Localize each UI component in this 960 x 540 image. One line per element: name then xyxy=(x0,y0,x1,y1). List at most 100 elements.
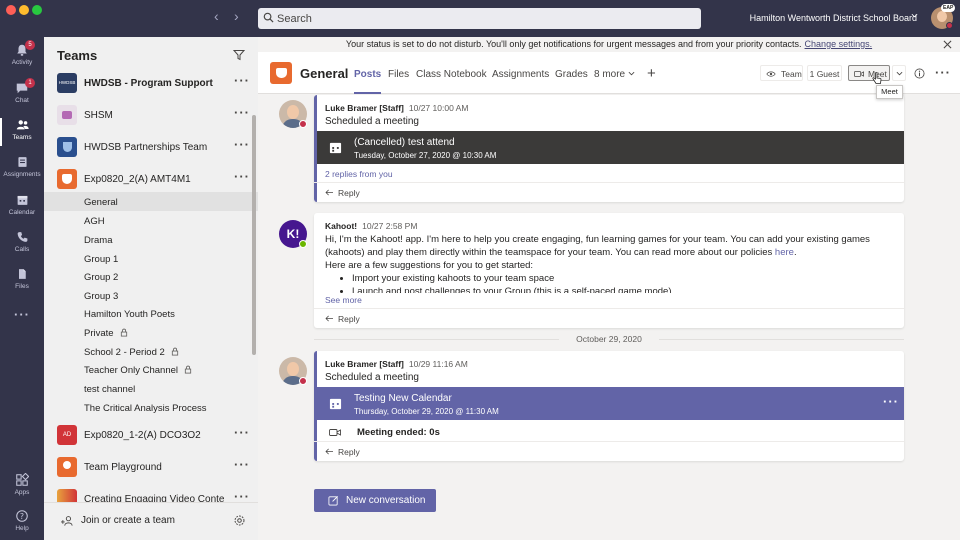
channel-name: AGH xyxy=(84,216,105,227)
tab-grades[interactable]: Grades xyxy=(555,69,588,80)
maximize-window-button[interactable] xyxy=(32,5,42,15)
team-item[interactable]: HWDSB Partnerships Team ··· xyxy=(44,132,258,162)
channel-item[interactable]: Group 1 xyxy=(44,249,258,268)
tab-posts[interactable]: Posts xyxy=(354,69,382,94)
avatar-initials: EAP xyxy=(941,4,956,12)
rail-label: Help xyxy=(15,525,29,532)
team-more-options-icon[interactable]: ··· xyxy=(234,73,250,88)
team-item[interactable]: Exp0820_2(A) AMT4M1 ··· xyxy=(44,164,258,194)
team-more-options-icon[interactable]: ··· xyxy=(234,137,250,152)
video-camera-icon xyxy=(329,429,341,436)
close-icon[interactable] xyxy=(943,40,952,49)
svg-text:?: ? xyxy=(20,512,24,521)
rail-calendar[interactable]: Calendar xyxy=(0,189,44,225)
gear-icon[interactable] xyxy=(233,514,246,527)
teams-title: Teams xyxy=(57,48,98,63)
channel-item[interactable]: Private xyxy=(44,323,258,342)
org-name[interactable]: Hamilton Wentworth District School Board xyxy=(750,13,917,23)
team-more-options-icon[interactable]: ··· xyxy=(234,457,250,472)
reply-label: Reply xyxy=(338,447,360,457)
tab-files[interactable]: Files xyxy=(388,69,409,80)
channel-item[interactable]: Drama xyxy=(44,230,258,249)
rail-label: Teams xyxy=(12,134,32,141)
rail-help[interactable]: ? Help xyxy=(0,505,44,540)
video-camera-icon xyxy=(854,71,864,77)
minimize-window-button[interactable] xyxy=(19,5,29,15)
rail-assignments[interactable]: Assignments xyxy=(0,151,44,187)
rail-chat[interactable]: Chat 1 xyxy=(0,77,44,113)
rail-activity[interactable]: Activity 5 xyxy=(0,39,44,75)
presence-dnd-indicator xyxy=(299,120,307,128)
search-box[interactable] xyxy=(258,8,701,29)
channel-item-general[interactable]: General xyxy=(44,192,258,211)
reply-button[interactable]: Reply xyxy=(314,182,904,202)
see-more-link[interactable]: See more xyxy=(325,295,362,305)
guest-button[interactable]: 1 Guest xyxy=(807,65,842,81)
close-window-button[interactable] xyxy=(6,5,16,15)
meeting-card[interactable]: Testing New Calendar Thursday, October 2… xyxy=(317,387,904,420)
team-logo xyxy=(57,137,77,157)
reply-button[interactable]: Reply xyxy=(314,308,904,328)
compose-icon xyxy=(328,496,338,506)
new-conversation-button[interactable]: New conversation xyxy=(314,489,436,512)
meet-button[interactable]: Meet xyxy=(848,65,890,81)
team-more-options-icon[interactable]: ··· xyxy=(234,489,250,502)
channel-item[interactable]: Hamilton Youth Poets xyxy=(44,304,258,323)
rail-more[interactable]: ··· xyxy=(0,307,44,322)
team-item[interactable]: Team Playground ··· xyxy=(44,452,258,482)
team-more-options-icon[interactable]: ··· xyxy=(234,105,250,120)
tab-class-notebook[interactable]: Class Notebook xyxy=(416,69,487,80)
tab-assignments[interactable]: Assignments xyxy=(492,69,549,80)
kahoot-suggestions-list: Import your existing kahoots to your tea… xyxy=(352,272,895,293)
teams-panel: Teams HWDSB HWDSB - Program Support ··· … xyxy=(44,37,258,540)
channel-item[interactable]: School 2 - Period 2 xyxy=(44,342,258,361)
join-create-team-label[interactable]: Join or create a team xyxy=(81,515,175,526)
team-name: HWDSB - Program Support xyxy=(84,78,213,89)
tab-more[interactable]: 8 more xyxy=(594,69,635,80)
message-author[interactable]: Kahoot! xyxy=(325,221,357,231)
info-icon[interactable] xyxy=(914,68,925,79)
rail-calls[interactable]: Calls xyxy=(0,226,44,262)
team-item[interactable]: Creating Engaging Video Conte ··· xyxy=(44,484,258,502)
rail-apps[interactable]: Apps xyxy=(0,469,44,505)
chevron-down-icon[interactable] xyxy=(911,12,918,19)
teams-scrollbar[interactable] xyxy=(252,115,256,355)
calendar-icon xyxy=(329,142,342,154)
message-text: Scheduled a meeting xyxy=(325,372,419,383)
team-more-options-icon[interactable]: ··· xyxy=(234,425,250,440)
channel-item[interactable]: Group 2 xyxy=(44,267,258,286)
channel-item[interactable]: Group 3 xyxy=(44,286,258,305)
rail-files[interactable]: Files xyxy=(0,263,44,299)
activity-badge: 5 xyxy=(25,40,35,50)
channel-item[interactable]: The Critical Analysis Process xyxy=(44,398,258,417)
channel-item[interactable]: AGH xyxy=(44,211,258,230)
team-item[interactable]: SHSM ··· xyxy=(44,100,258,130)
more-options-icon[interactable]: ··· xyxy=(935,65,951,80)
team-item[interactable]: HWDSB HWDSB - Program Support ··· xyxy=(44,68,258,98)
meeting-card[interactable]: (Cancelled) test attend Tuesday, October… xyxy=(317,131,904,164)
playground-icon xyxy=(57,457,77,477)
replies-link[interactable]: 2 replies from you xyxy=(325,169,393,179)
message-author[interactable]: Luke Bramer [Staff] xyxy=(325,359,404,369)
add-tab-button[interactable]: + xyxy=(647,65,656,82)
message-card: Luke Bramer [Staff] 10/29 11:16 AM Schedu… xyxy=(314,351,904,461)
policies-link[interactable]: here xyxy=(775,247,794,258)
search-input[interactable] xyxy=(277,8,692,29)
reply-button[interactable]: Reply xyxy=(314,441,904,461)
team-button[interactable]: Team xyxy=(760,65,803,81)
rail-teams[interactable]: Teams xyxy=(0,114,44,150)
meet-dropdown-button[interactable] xyxy=(892,65,906,81)
join-create-team-row[interactable]: Join or create a team xyxy=(44,502,258,540)
filter-icon[interactable] xyxy=(233,49,245,61)
team-item[interactable]: AD Exp0820_1-2(A) DCO3O2 ··· xyxy=(44,420,258,450)
channel-item[interactable]: test channel xyxy=(44,379,258,398)
back-arrow-icon[interactable]: ‹ xyxy=(214,9,219,23)
change-settings-link[interactable]: Change settings. xyxy=(805,39,873,49)
meeting-more-options-icon[interactable]: ··· xyxy=(883,394,899,409)
channel-name: Hamilton Youth Poets xyxy=(84,309,175,320)
message-author[interactable]: Luke Bramer [Staff] xyxy=(325,103,404,113)
theater-masks-icon xyxy=(270,62,292,84)
forward-arrow-icon[interactable]: › xyxy=(234,9,239,23)
team-more-options-icon[interactable]: ··· xyxy=(234,169,250,184)
channel-item[interactable]: Teacher Only Channel xyxy=(44,360,258,379)
